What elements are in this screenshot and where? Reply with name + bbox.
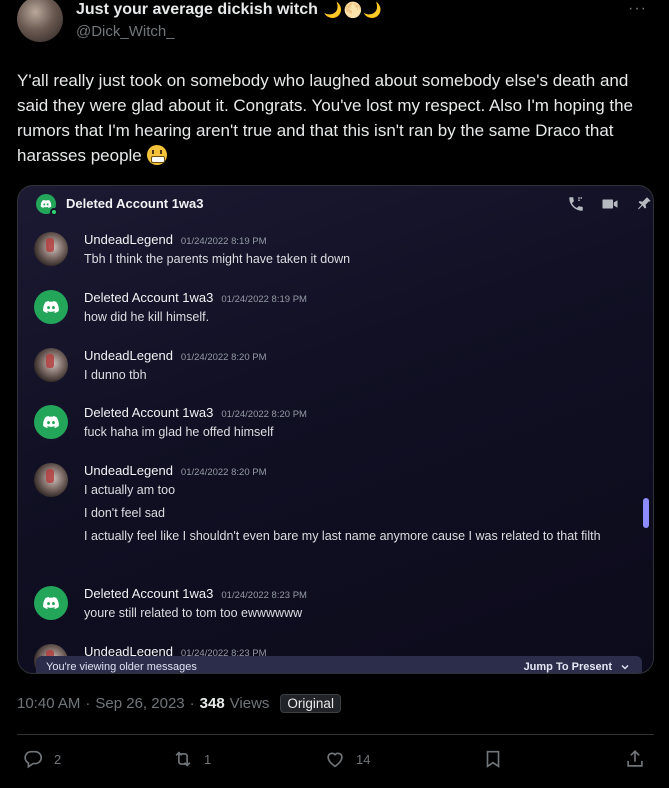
author-avatar[interactable]	[17, 0, 63, 42]
author-name-line: Just your average dickish witch 🌙🌕🌙	[76, 0, 383, 20]
user-avatar	[34, 463, 68, 497]
tweet-body: Y'all really just took on somebody who l…	[17, 71, 634, 165]
message-text: I actually am too	[84, 483, 176, 497]
message-text: Tbh I think the parents might have taken…	[84, 252, 351, 266]
message-text: I actually feel like I shouldn't even ba…	[84, 529, 601, 543]
bookmark-icon	[486, 750, 500, 768]
user-avatar	[34, 348, 68, 382]
repost-button[interactable]: 1	[172, 748, 211, 770]
tweet-meta: 10:40 AM · Sep 26, 2023 · 348 Views Orig…	[17, 694, 341, 713]
repost-icon	[175, 751, 191, 767]
tweet-image[interactable]: Deleted Account 1wa3 UndeadLegend 01/24/…	[17, 185, 654, 674]
tweet-text: Y'all really just took on somebody who l…	[17, 68, 657, 168]
discord-logo-icon	[36, 194, 58, 216]
reply-count: 2	[54, 751, 62, 767]
message-timestamp: 01/24/2022 8:19 PM	[180, 236, 267, 247]
more-options-icon[interactable]: ···	[628, 0, 647, 18]
message-text: fuck haha im glad he offed himself	[84, 425, 274, 439]
bookmark-button[interactable]	[482, 748, 504, 770]
author-display-name[interactable]: Just your average dickish witch	[76, 1, 318, 19]
message-timestamp: 01/24/2022 8:20 PM	[221, 409, 307, 420]
discord-default-avatar-icon	[34, 405, 68, 439]
views-label: Views	[229, 695, 270, 712]
message-author: Deleted Account 1wa3	[84, 586, 214, 601]
meta-separator: ·	[189, 695, 195, 712]
tweet-actions: 2 1 14	[0, 748, 669, 776]
like-button[interactable]: 14	[324, 748, 370, 770]
chevron-down-icon	[621, 665, 629, 670]
message-timestamp: 01/24/2022 8:20 PM	[180, 352, 267, 363]
jump-to-present-label: Jump To Present	[523, 661, 612, 673]
divider	[17, 734, 654, 735]
scrollbar-thumb	[643, 498, 649, 528]
original-badge[interactable]: Original	[280, 694, 341, 713]
online-status-dot	[50, 208, 58, 216]
older-messages-label: You're viewing older messages	[46, 661, 197, 673]
discord-header: Deleted Account 1wa3	[18, 186, 653, 222]
meta-separator: ·	[85, 695, 91, 712]
discord-channel-title: Deleted Account 1wa3	[66, 196, 204, 211]
repost-count: 1	[204, 751, 212, 767]
reply-button[interactable]: 2	[22, 748, 61, 770]
tweet-time[interactable]: 10:40 AM	[17, 695, 80, 712]
grimacing-face-icon	[146, 145, 167, 165]
message-text: I don't feel sad	[84, 506, 165, 520]
tweet-date[interactable]: Sep 26, 2023	[95, 695, 184, 712]
share-button[interactable]	[624, 748, 646, 770]
jump-to-present-button: Jump To Present	[524, 661, 630, 673]
message-author: Deleted Account 1wa3	[84, 290, 214, 305]
message-text: youre still related to tom too ewwwwww	[84, 606, 303, 620]
like-count: 14	[356, 751, 371, 767]
message-timestamp: 01/24/2022 8:19 PM	[221, 294, 307, 305]
message-text: I dunno tbh	[84, 368, 147, 382]
discord-header-icons	[567, 195, 653, 213]
author-handle[interactable]: @Dick_Witch_	[76, 23, 175, 40]
older-messages-bar: You're viewing older messages Jump To Pr…	[36, 656, 642, 673]
reply-icon	[24, 750, 43, 769]
heart-icon	[327, 752, 343, 768]
message-text: how did he kill himself.	[84, 310, 210, 324]
message-author: UndeadLegend	[84, 348, 173, 363]
share-icon	[627, 750, 643, 767]
views-count: 348	[199, 695, 225, 712]
user-avatar	[34, 232, 68, 266]
message-author: Deleted Account 1wa3	[84, 405, 214, 420]
discord-default-avatar-icon	[34, 586, 68, 620]
video-call-icon	[601, 195, 619, 213]
discord-default-avatar-icon	[34, 290, 68, 324]
message-timestamp: 01/24/2022 8:20 PM	[180, 467, 267, 478]
phone-call-icon	[567, 195, 585, 213]
pin-icon	[635, 195, 653, 213]
message-author: UndeadLegend	[84, 463, 173, 478]
message-timestamp: 01/24/2022 8:23 PM	[221, 590, 307, 601]
moon-emoji: 🌙🌕🌙	[323, 2, 383, 19]
message-author: UndeadLegend	[84, 232, 173, 247]
